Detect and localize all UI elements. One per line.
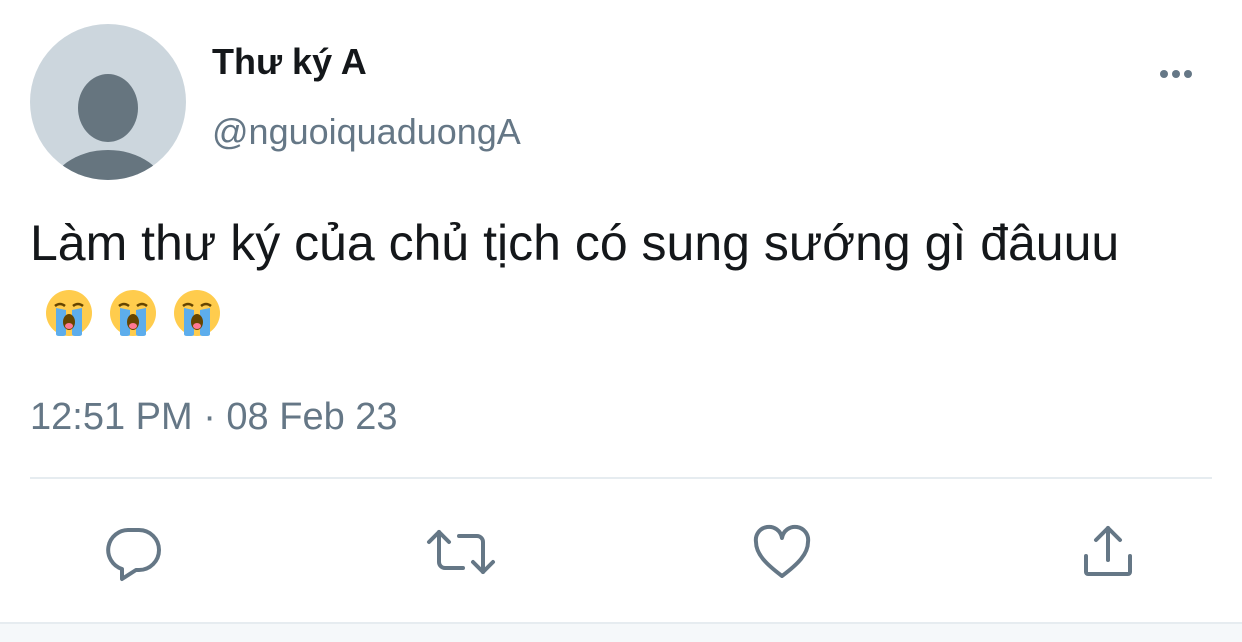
retweet-button[interactable] (425, 520, 497, 584)
tweet-body: Làm thư ký của chủ tịch có sung sướng gì… (30, 208, 1180, 348)
loudly-crying-face-icon (174, 290, 220, 336)
reply-icon (106, 527, 161, 581)
divider (30, 477, 1212, 479)
loudly-crying-face-icon (110, 290, 156, 336)
reply-button[interactable] (102, 520, 166, 584)
default-avatar-icon (52, 74, 164, 180)
tweet-text: Làm thư ký của chủ tịch có sung sướng gì… (30, 215, 1120, 271)
heart-icon (753, 524, 811, 578)
more-icon (1160, 70, 1192, 78)
tweet-timestamp[interactable]: 12:51 PM · 08 Feb 23 (30, 394, 398, 440)
user-handle[interactable]: @nguoiquaduongA (212, 110, 521, 154)
loudly-crying-face-icon (46, 290, 92, 336)
like-button[interactable] (750, 520, 814, 584)
share-icon (1084, 526, 1132, 576)
retweet-icon (427, 530, 495, 574)
bottom-edge (0, 622, 1242, 642)
display-name[interactable]: Thư ký A (212, 40, 367, 84)
action-bar (0, 520, 1242, 584)
share-button[interactable] (1076, 520, 1140, 584)
more-options-button[interactable] (1152, 58, 1200, 90)
avatar[interactable] (30, 24, 186, 180)
emoji-group (44, 288, 222, 338)
